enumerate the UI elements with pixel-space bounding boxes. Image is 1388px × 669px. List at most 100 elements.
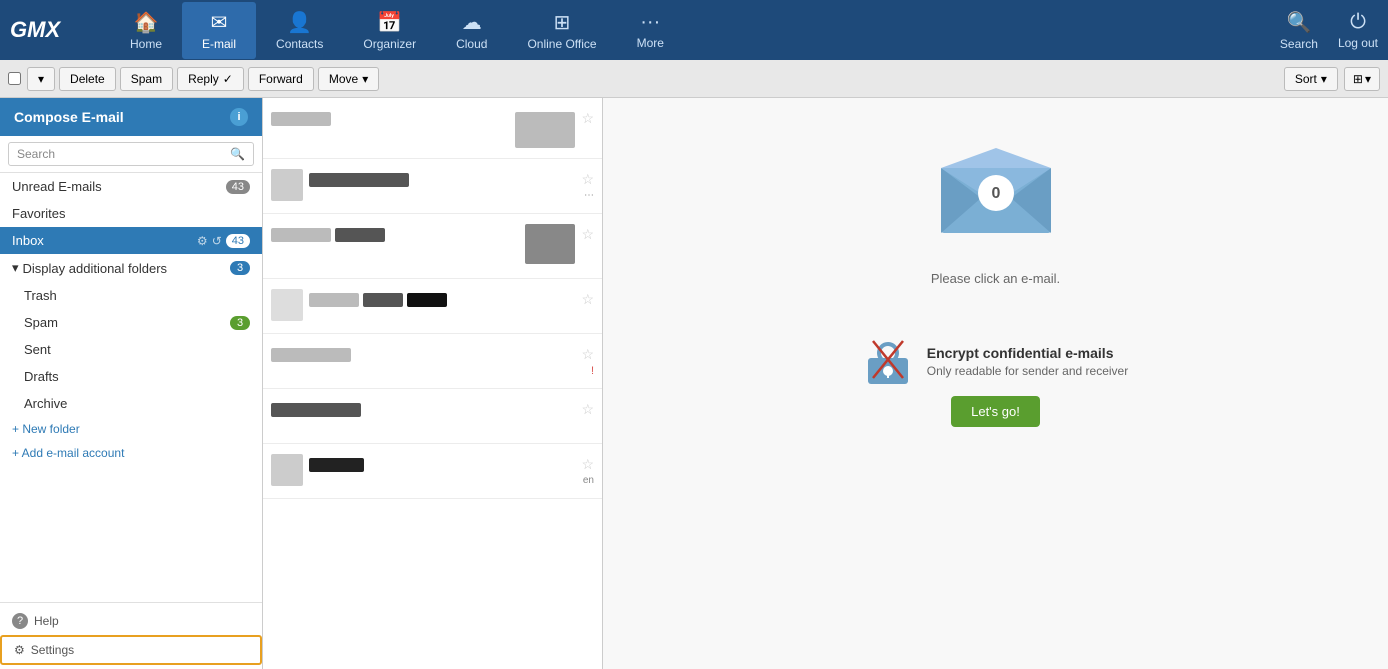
delete-button[interactable]: Delete: [59, 67, 116, 91]
nav-item-organizer[interactable]: 📅 Organizer: [343, 2, 436, 59]
reply-button[interactable]: Reply ✓: [177, 67, 244, 91]
sidebar-item-archive[interactable]: Archive: [0, 390, 262, 417]
select-all-checkbox[interactable]: [8, 72, 21, 85]
email-block: [271, 228, 331, 242]
email-content: [271, 224, 519, 242]
sidebar-item-trash[interactable]: Trash: [0, 282, 262, 309]
additional-badge: 3: [230, 261, 250, 275]
settings-button[interactable]: ⚙ Settings: [0, 635, 262, 665]
nav-label-more: More: [637, 36, 664, 50]
encrypt-row: Encrypt confidential e-mails Only readab…: [863, 336, 1128, 386]
folder-list: Unread E-mails 43 Favorites Inbox ⚙ ↺ 43: [0, 173, 262, 602]
layout-chevron-icon: ▾: [1365, 72, 1371, 86]
encrypt-promo: Encrypt confidential e-mails Only readab…: [863, 336, 1128, 427]
email-toolbar: ▾ Delete Spam Reply ✓ Forward Move ▾ Sor…: [0, 60, 1388, 98]
sidebar-search-input[interactable]: Search 🔍: [8, 142, 254, 166]
search-placeholder: Search: [17, 147, 55, 161]
star-icon[interactable]: ☆: [581, 456, 594, 473]
nav-item-email[interactable]: ✉ E-mail: [182, 2, 256, 59]
forward-button[interactable]: Forward: [248, 67, 314, 91]
layout-icon: ⊞: [1353, 72, 1363, 86]
chevron-dropdown-button[interactable]: ▾: [27, 67, 55, 91]
email-blocks: [271, 403, 575, 417]
archive-label: Archive: [24, 396, 67, 411]
star-icon[interactable]: ☆: [581, 171, 594, 188]
nav-label-home: Home: [130, 37, 162, 51]
settings-folder-icon[interactable]: ⚙: [197, 234, 208, 248]
language-indicator: en: [583, 475, 594, 486]
move-label: Move: [329, 72, 358, 86]
svg-text:0: 0: [991, 185, 1000, 202]
layout-button[interactable]: ⊞ ▾: [1344, 67, 1380, 91]
nav-label-email: E-mail: [202, 37, 236, 51]
unread-label: Unread E-mails: [12, 179, 102, 194]
sidebar-item-unread[interactable]: Unread E-mails 43: [0, 173, 262, 200]
compose-info-icon: i: [230, 108, 248, 126]
sidebar-item-sent[interactable]: Sent: [0, 336, 262, 363]
nav-item-logout[interactable]: ⏻ Log out: [1338, 11, 1378, 50]
email-row[interactable]: ☆ ⋯: [263, 159, 602, 214]
email-content: [271, 108, 509, 126]
new-folder-link[interactable]: + New folder: [0, 417, 262, 441]
email-content: [309, 454, 575, 472]
nav-item-online-office[interactable]: ⊞ Online Office: [507, 2, 616, 59]
email-blocks: [309, 458, 575, 472]
click-email-message: Please click an e-mail.: [931, 271, 1060, 286]
star-icon[interactable]: ☆: [581, 346, 594, 363]
email-row[interactable]: ☆: [263, 279, 602, 334]
main-layout: Compose E-mail i Search 🔍 Unread E-mails…: [0, 98, 1388, 669]
email-block: [309, 293, 359, 307]
star-icon[interactable]: ☆: [581, 226, 594, 243]
organizer-icon: 📅: [377, 10, 402, 35]
sidebar-item-inbox[interactable]: Inbox ⚙ ↺ 43: [0, 227, 262, 254]
compose-button[interactable]: Compose E-mail i: [0, 98, 262, 136]
sort-chevron-icon: ▾: [1321, 72, 1327, 86]
nav-label-online-office: Online Office: [527, 37, 596, 51]
avatar: [271, 169, 303, 201]
star-icon[interactable]: ☆: [581, 110, 594, 127]
inbox-label: Inbox: [12, 233, 44, 248]
email-row[interactable]: ☆ !: [263, 334, 602, 389]
trash-label: Trash: [24, 288, 57, 303]
preview-pane: 0 Please click an e-mail. Encrypt confid…: [603, 98, 1388, 669]
star-icon[interactable]: ☆: [581, 291, 594, 308]
nav-item-contacts[interactable]: 👤 Contacts: [256, 2, 343, 59]
nav-item-cloud[interactable]: ☁ Cloud: [436, 2, 507, 59]
email-content: [309, 289, 575, 307]
email-content: [309, 169, 575, 187]
nav-item-search[interactable]: 🔍 Search: [1280, 10, 1318, 51]
sidebar-item-favorites[interactable]: Favorites: [0, 200, 262, 227]
refresh-icon[interactable]: ↺: [212, 234, 222, 248]
inbox-label-group: Inbox: [12, 233, 44, 248]
gmx-logo: GMX: [10, 17, 90, 43]
sort-button[interactable]: Sort ▾: [1284, 67, 1338, 91]
nav-item-home[interactable]: 🏠 Home: [110, 2, 182, 59]
more-icon: ···: [640, 11, 660, 34]
move-chevron-icon: ▾: [362, 72, 368, 86]
email-row[interactable]: ☆: [263, 214, 602, 279]
nav-item-more[interactable]: ··· More: [617, 3, 684, 58]
lets-go-button[interactable]: Let's go!: [951, 396, 1040, 427]
email-row[interactable]: ☆: [263, 389, 602, 444]
search-box: Search 🔍: [0, 136, 262, 173]
move-button[interactable]: Move ▾: [318, 67, 379, 91]
email-more-indicator: ⋯: [584, 190, 594, 201]
encrypt-text: Encrypt confidential e-mails Only readab…: [927, 345, 1128, 378]
add-account-link[interactable]: + Add e-mail account: [0, 441, 262, 465]
sidebar-item-spam[interactable]: Spam 3: [0, 309, 262, 336]
spam-button[interactable]: Spam: [120, 67, 173, 91]
nav-items: 🏠 Home ✉ E-mail 👤 Contacts 📅 Organizer ☁…: [110, 2, 1280, 59]
encrypt-icon: [863, 336, 913, 386]
sidebar-item-drafts[interactable]: Drafts: [0, 363, 262, 390]
email-blocks: [271, 112, 509, 126]
email-row[interactable]: ☆ en: [263, 444, 602, 499]
sidebar-item-additional-folders[interactable]: ▾ Display additional folders 3: [0, 254, 262, 282]
email-row[interactable]: ☆: [263, 98, 602, 159]
help-button[interactable]: ? Help: [0, 607, 262, 635]
email-block: [271, 403, 361, 417]
encrypt-subtitle: Only readable for sender and receiver: [927, 364, 1128, 378]
logout-icon: ⏻: [1350, 11, 1366, 34]
email-blocks: [309, 173, 575, 187]
avatar: [515, 112, 575, 148]
star-icon[interactable]: ☆: [581, 401, 594, 418]
